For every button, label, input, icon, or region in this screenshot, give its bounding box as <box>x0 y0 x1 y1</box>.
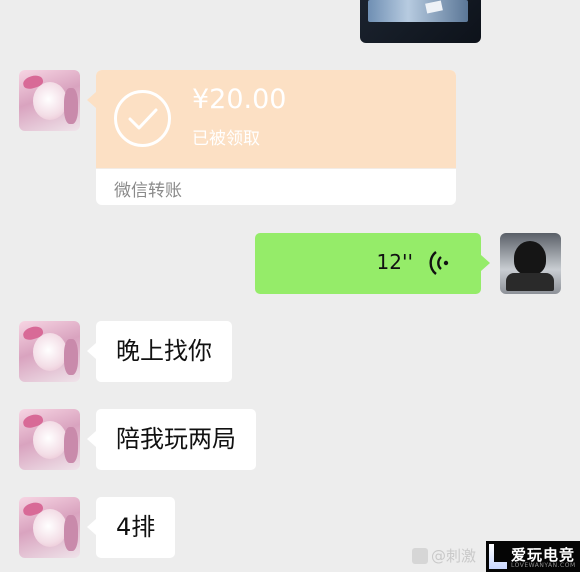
weibo-watermark: @刺激 <box>412 545 476 566</box>
bubble-tail <box>87 431 96 447</box>
image-content <box>368 0 468 22</box>
watermark-text: @刺激 <box>431 547 477 565</box>
transfer-divider <box>96 168 456 169</box>
check-circle-icon <box>114 90 171 147</box>
voice-duration: 12'' <box>376 250 413 274</box>
weibo-icon <box>412 548 428 564</box>
transfer-label: 微信转账 <box>114 181 182 201</box>
bubble-tail <box>481 255 490 271</box>
voice-wave-icon <box>429 249 453 281</box>
transfer-status: 已被领取 <box>192 129 260 149</box>
image-message[interactable] <box>360 0 481 43</box>
contact-avatar[interactable] <box>19 70 80 131</box>
voice-message[interactable]: 12'' <box>255 233 481 294</box>
site-logo: 爱玩电竞 LOVEWANYAN.COM <box>486 541 580 572</box>
user-avatar[interactable] <box>500 233 561 294</box>
logo-subtext: LOVEWANYAN.COM <box>511 562 576 569</box>
contact-avatar[interactable] <box>19 497 80 558</box>
transfer-card[interactable]: ¥20.00 已被领取 微信转账 <box>96 70 456 205</box>
message-bubble[interactable]: 陪我玩两局 <box>96 409 256 470</box>
message-bubble[interactable]: 晚上找你 <box>96 321 232 382</box>
transfer-amount: ¥20.00 <box>192 84 287 115</box>
message-bubble[interactable]: 4排 <box>96 497 176 558</box>
contact-avatar[interactable] <box>19 321 80 382</box>
bubble-tail <box>87 519 96 535</box>
bubble-tail <box>87 92 96 108</box>
contact-avatar[interactable] <box>19 409 80 470</box>
bubble-tail <box>87 343 96 359</box>
